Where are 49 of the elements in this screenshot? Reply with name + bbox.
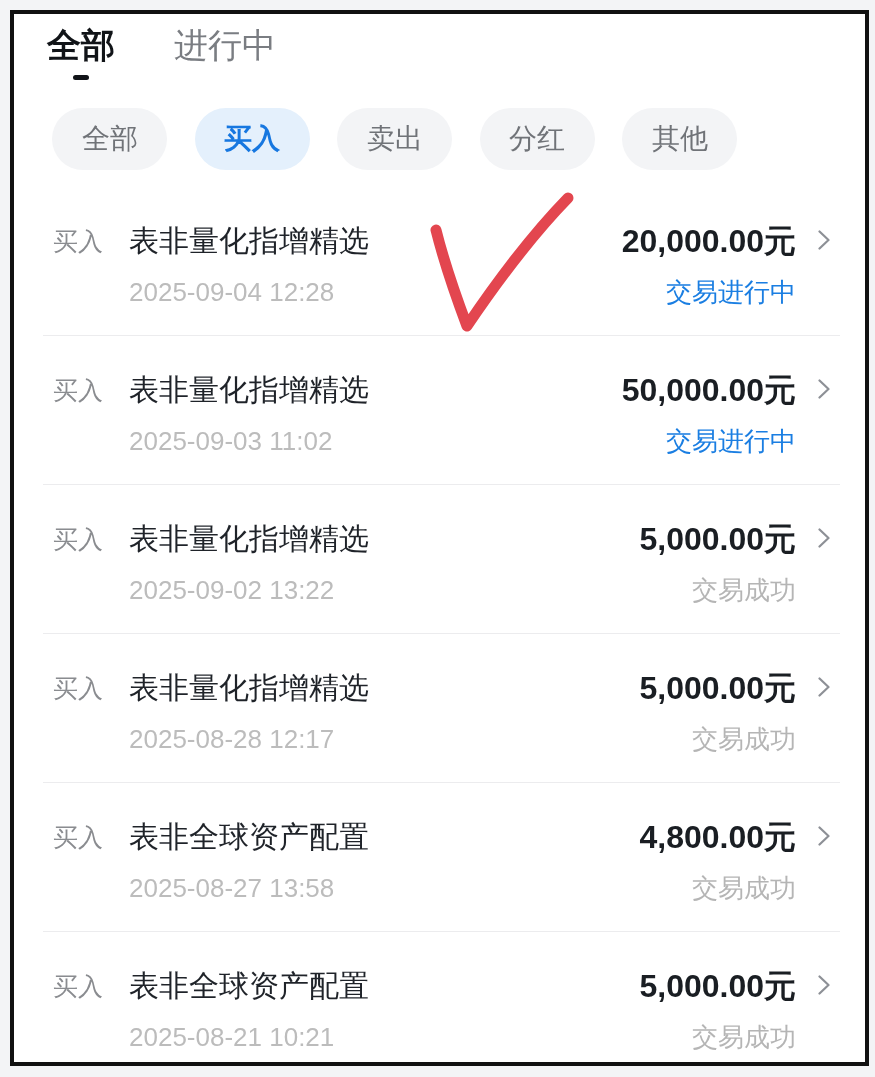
fund-name: 表非全球资产配置: [129, 968, 370, 1004]
fund-name: 表非全球资产配置: [129, 819, 370, 855]
transaction-time: 2025-08-27 13:58: [129, 873, 336, 903]
transaction-status: 交易成功: [692, 724, 796, 754]
transaction-row[interactable]: 买入 表非量化指增精选 2025-09-03 11:02 50,000.00元 交易进行中: [43, 336, 840, 485]
transaction-row[interactable]: 买入 表非量化指增精选 2025-08-28 12:17 5,000.00元 交易成功: [43, 634, 840, 783]
fund-name: 表非量化指增精选: [129, 372, 370, 408]
transaction-status: 交易成功: [692, 1022, 796, 1052]
tab[interactable]: 进行中: [174, 28, 276, 80]
chevron-right-icon: [818, 826, 830, 846]
transaction-row[interactable]: 买入 表非全球资产配置 2025-08-27 13:58 4,800.00元 交易成功: [43, 783, 840, 932]
fund-name: 表非量化指增精选: [129, 670, 370, 706]
transaction-row[interactable]: 买入 表非全球资产配置 2025-08-21 10:21 5,000.00元 交易成功: [43, 932, 840, 1052]
chevron-right-icon: [818, 975, 830, 995]
transaction-type: 买入: [53, 226, 104, 257]
fund-name: 表非量化指增精选: [129, 223, 370, 259]
amount: 5,000.00元: [639, 968, 796, 1004]
chevron-right-icon: [818, 528, 830, 548]
transaction-time: 2025-08-21 10:21: [129, 1022, 336, 1052]
transaction-type: 买入: [53, 822, 104, 853]
fund-name: 表非量化指增精选: [129, 521, 370, 557]
transaction-status: 交易成功: [692, 575, 796, 605]
transaction-type: 买入: [53, 673, 104, 704]
transaction-type: 买入: [53, 375, 104, 406]
transaction-status: 交易成功: [692, 873, 796, 903]
filter-chip[interactable]: 分红: [479, 108, 595, 170]
amount: 5,000.00元: [639, 521, 796, 557]
transaction-status: 交易进行中: [666, 277, 796, 307]
chevron-right-icon: [818, 677, 830, 697]
transaction-type: 买入: [53, 524, 104, 555]
transaction-time: 2025-09-03 11:02: [129, 426, 334, 456]
transaction-time: 2025-09-04 12:28: [129, 277, 336, 307]
amount: 4,800.00元: [639, 819, 796, 855]
transaction-time: 2025-08-28 12:17: [129, 724, 336, 754]
amount: 20,000.00元: [621, 223, 796, 259]
filter-chip[interactable]: 买入: [194, 108, 310, 170]
chevron-right-icon: [818, 230, 830, 250]
transaction-type: 买入: [53, 971, 104, 1002]
transaction-row[interactable]: 买入 表非量化指增精选 2025-09-04 12:28 20,000.00元 交易进行中: [43, 187, 840, 336]
filter-chip[interactable]: 卖出: [337, 108, 452, 170]
filter-chip[interactable]: 全部: [52, 108, 167, 170]
amount: 50,000.00元: [621, 372, 796, 408]
amount: 5,000.00元: [639, 670, 796, 706]
transaction-row[interactable]: 买入 表非量化指增精选 2025-09-02 13:22 5,000.00元 交易成功: [43, 485, 840, 634]
transaction-time: 2025-09-02 13:22: [129, 575, 336, 605]
filter-chip[interactable]: 其他: [622, 108, 737, 170]
transaction-status: 交易进行中: [666, 426, 796, 456]
tab[interactable]: 全部: [47, 28, 115, 80]
chevron-right-icon: [818, 379, 830, 399]
